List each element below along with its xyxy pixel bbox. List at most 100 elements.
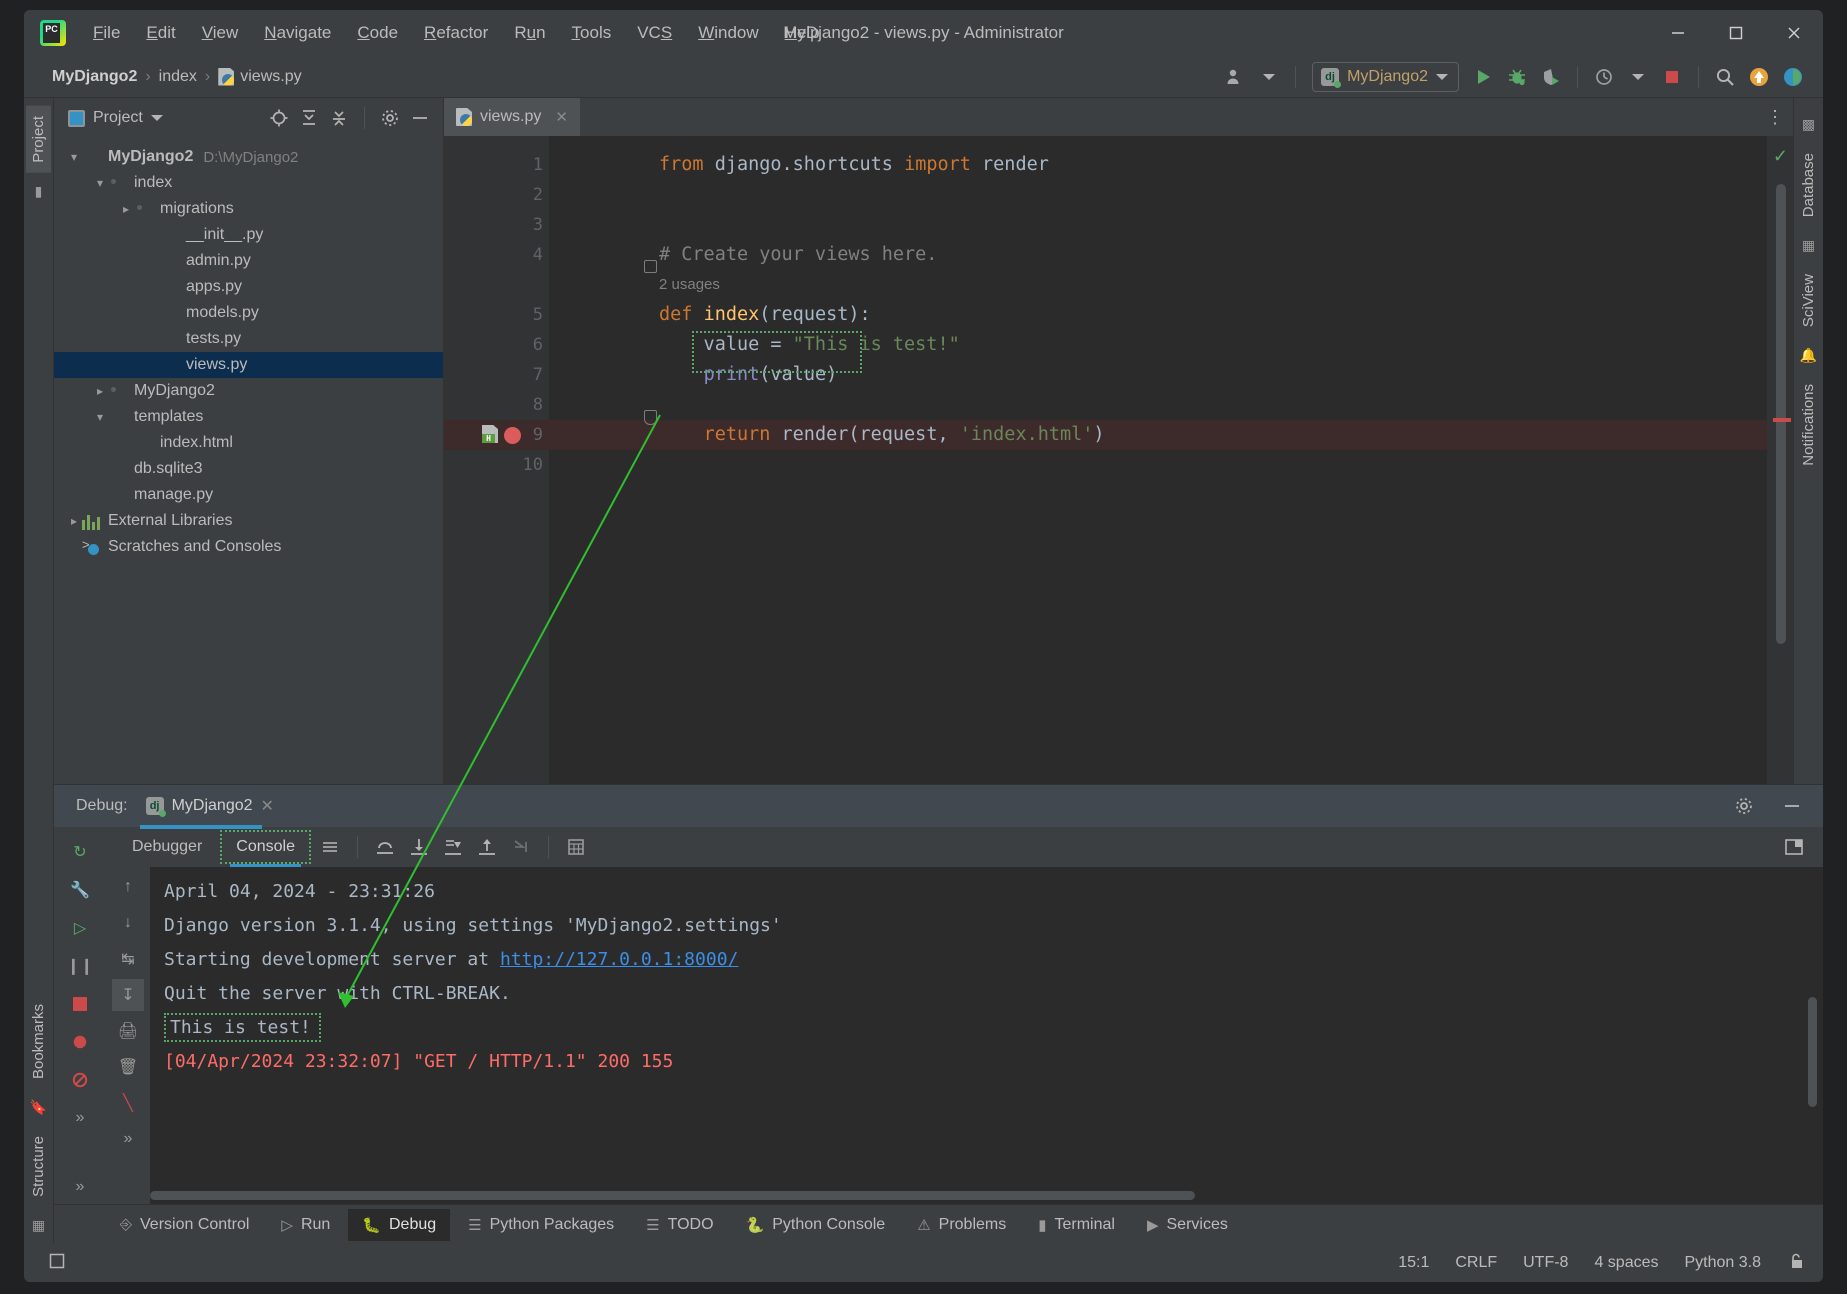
encoding[interactable]: UTF-8 — [1523, 1254, 1568, 1272]
code-line-4[interactable]: # Create your views here. — [549, 240, 1767, 270]
stop-icon[interactable] — [61, 987, 99, 1021]
select-opened-file-icon[interactable] — [266, 105, 292, 131]
editor-code[interactable]: from django.shortcuts import render # Cr… — [549, 136, 1767, 784]
tool-window-problems[interactable]: ⚠ Problems — [903, 1209, 1020, 1241]
collapse-all-icon[interactable] — [326, 105, 352, 131]
server-url-link[interactable]: http://127.0.0.1:8000/ — [500, 949, 738, 970]
project-tree[interactable]: ▾ MyDjango2 D:\MyDjango2 ▾ index ▸ migrations _… — [54, 138, 443, 784]
gutter-line-2[interactable]: 2 — [444, 180, 549, 210]
interpreter[interactable]: Python 3.8 — [1685, 1254, 1762, 1272]
tree-item-apps-py[interactable]: apps.py — [54, 274, 443, 300]
profile-chevron-down-icon[interactable] — [1622, 62, 1654, 92]
chevron-down-icon[interactable]: ▾ — [92, 176, 108, 190]
tool-window-run[interactable]: ▷ Run — [267, 1209, 344, 1241]
tool-window-version-control[interactable]: ⎆ Version Control — [106, 1209, 263, 1241]
html-file-icon[interactable] — [482, 425, 498, 443]
console-vscrollbar[interactable] — [1808, 997, 1817, 1107]
tree-item-external-libraries[interactable]: ▸ External Libraries — [54, 508, 443, 534]
tab-console[interactable]: Console — [220, 830, 311, 868]
rerun-icon[interactable]: ↻ — [61, 835, 99, 869]
tree-item-views-py[interactable]: views.py — [54, 352, 443, 378]
code-line-3[interactable] — [549, 210, 1767, 240]
editor-right-gutter[interactable]: ✓ — [1767, 136, 1793, 784]
tool-window-python-console[interactable]: 🐍 Python Console — [732, 1209, 900, 1241]
code-line-2[interactable] — [549, 180, 1767, 210]
debug-session-tab[interactable]: dj MyDjango2 ✕ — [139, 786, 280, 829]
menu-item-view[interactable]: View — [189, 19, 252, 47]
ide-feature-icon[interactable] — [1777, 62, 1809, 92]
sidebar-item-bookmarks[interactable]: Bookmarks — [26, 994, 51, 1089]
tree-item-index-html[interactable]: index.html — [54, 430, 443, 456]
tree-item-scratches-and-consoles[interactable]: Scratches and Consoles — [54, 534, 443, 560]
scroll-up-icon[interactable]: ↑ — [112, 871, 144, 903]
tree-item-models-py[interactable]: models.py — [54, 300, 443, 326]
breadcrumb-item-project[interactable]: MyDjango2 — [52, 68, 137, 86]
debug-bug-icon[interactable] — [1501, 62, 1533, 92]
run-play-icon[interactable] — [1467, 62, 1499, 92]
resume-icon[interactable]: ▷ — [61, 911, 99, 945]
tree-item-mydjango2[interactable]: ▾ MyDjango2 D:\MyDjango2 — [54, 144, 443, 170]
menu-item-run[interactable]: Run — [501, 19, 558, 47]
update-arrow-icon[interactable] — [1743, 62, 1775, 92]
sidebar-item-project[interactable]: Project — [26, 106, 51, 173]
force-step-into-icon[interactable] — [438, 833, 468, 861]
caret-position[interactable]: 15:1 — [1398, 1254, 1429, 1272]
layout-settings-icon[interactable] — [1779, 833, 1809, 861]
error-stripe-mark[interactable] — [1773, 418, 1791, 422]
more-icon[interactable]: » — [61, 1101, 99, 1135]
sidebar-item-structure[interactable]: Structure — [26, 1126, 51, 1207]
mute-breakpoints-icon[interactable] — [61, 1063, 99, 1097]
sidebar-item-notifications[interactable]: Notifications — [1796, 374, 1821, 476]
sidebar-item-sciview[interactable]: SciView — [1796, 264, 1821, 337]
minimize-icon[interactable] — [1649, 10, 1707, 56]
tree-item-index[interactable]: ▾ index — [54, 170, 443, 196]
editor-options-icon[interactable]: ⋮ — [1757, 98, 1793, 136]
close-icon[interactable]: ✕ — [261, 796, 274, 816]
chevron-down-icon[interactable]: ▾ — [66, 150, 82, 164]
fold-marker-def[interactable] — [644, 260, 657, 273]
menu-item-code[interactable]: Code — [344, 19, 411, 47]
menu-item-tools[interactable]: Tools — [559, 19, 625, 47]
fold-marker-return[interactable] — [644, 410, 657, 425]
indent-setting[interactable]: 4 spaces — [1594, 1254, 1658, 1272]
menu-item-file[interactable]: File — [80, 19, 133, 47]
pause-icon[interactable]: ❙❙ — [61, 949, 99, 983]
lines-icon[interactable] — [315, 833, 345, 861]
menu-item-refactor[interactable]: Refactor — [411, 19, 501, 47]
view-breakpoints-icon[interactable] — [61, 1025, 99, 1059]
close-icon[interactable] — [1765, 10, 1823, 56]
settings-gear-icon[interactable] — [377, 105, 403, 131]
menu-item-navigate[interactable]: Navigate — [251, 19, 344, 47]
tab-debugger[interactable]: Debugger — [118, 832, 216, 862]
breakpoint-red-dot-icon[interactable] — [504, 427, 521, 444]
tree-item-migrations[interactable]: ▸ migrations — [54, 196, 443, 222]
gutter-line-8[interactable]: 8 — [444, 390, 549, 420]
editor-gutter[interactable]: 1 2 3 4 5 6 7 8 9 10 — [444, 136, 549, 784]
gutter-line-9[interactable]: 9 — [444, 420, 549, 450]
search-everywhere-icon[interactable] — [1709, 62, 1741, 92]
more-icon[interactable]: ╲ — [112, 1087, 144, 1119]
clear-all-icon[interactable]: 🗑 — [112, 1051, 144, 1083]
gutter-line-7[interactable]: 7 — [444, 360, 549, 390]
tree-item-templates[interactable]: ▾ templates — [54, 404, 443, 430]
tree-item-tests-py[interactable]: tests.py — [54, 326, 443, 352]
code-line-7[interactable]: print(value) — [549, 360, 1767, 390]
menu-item-help[interactable]: Help — [772, 19, 833, 47]
tree-item-manage-py[interactable]: manage.py — [54, 482, 443, 508]
code-line-10[interactable] — [549, 450, 1767, 480]
unlocked-icon[interactable] — [1787, 1252, 1805, 1275]
gutter-line-5[interactable]: 5 — [444, 300, 549, 330]
console-hscrollbar[interactable] — [150, 1191, 1195, 1200]
expand-all-icon[interactable] — [296, 105, 322, 131]
maximize-icon[interactable] — [1707, 10, 1765, 56]
tool-window-terminal[interactable]: ▮ Terminal — [1024, 1209, 1129, 1241]
expand-more-icon[interactable]: » — [112, 1123, 144, 1155]
tree-item--init-py[interactable]: __init__.py — [54, 222, 443, 248]
soft-wrap-icon[interactable]: ↹ — [112, 943, 144, 975]
settings-wrench-icon[interactable]: 🔧 — [61, 873, 99, 907]
gutter-line-1[interactable]: 1 — [444, 150, 549, 180]
profile-icon[interactable] — [1588, 62, 1620, 92]
close-tab-icon[interactable]: ✕ — [555, 108, 568, 126]
menu-item-edit[interactable]: Edit — [133, 19, 188, 47]
code-line-5[interactable]: def index(request): — [549, 300, 1767, 330]
